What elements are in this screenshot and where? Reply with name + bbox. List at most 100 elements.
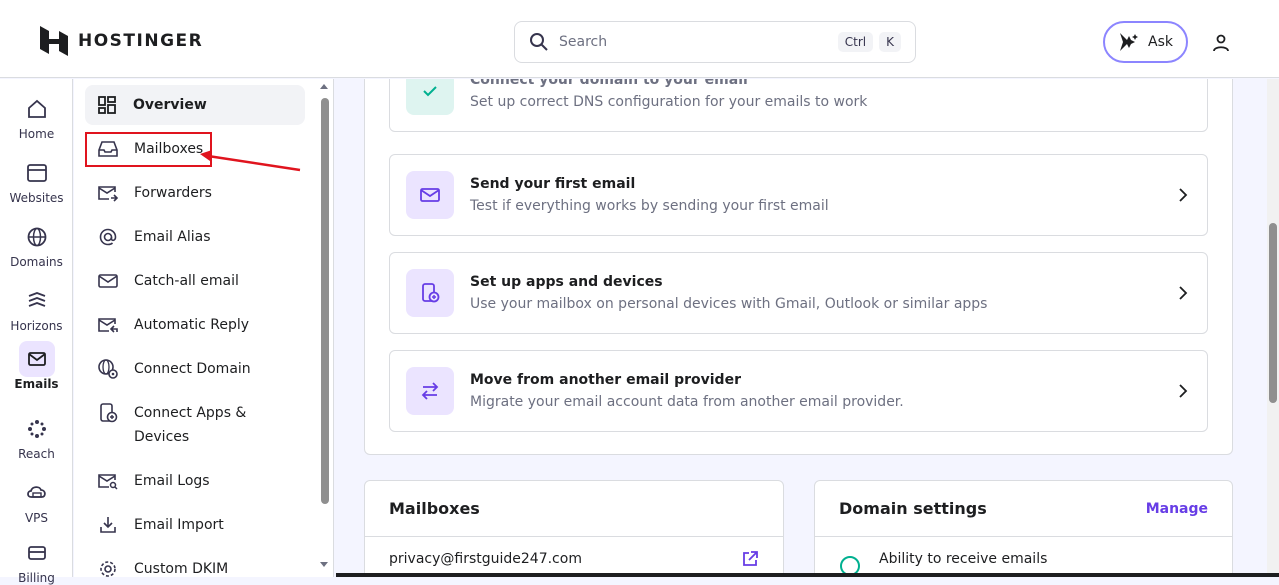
nav-catch-all-label: Catch-all email — [134, 273, 239, 289]
shortcut-k: K — [879, 32, 901, 52]
rail-label-websites: Websites — [9, 191, 64, 205]
rail-item-billing[interactable]: Billing — [0, 535, 73, 585]
nav-email-alias[interactable]: Email Alias — [86, 225, 306, 249]
annotation-arrow-icon — [200, 150, 301, 172]
step-send-first-email[interactable]: Send your first email Test if everything… — [389, 154, 1208, 236]
rail-item-domains[interactable]: Domains — [0, 219, 73, 269]
main-content: Connect your domain to your email Set up… — [335, 79, 1267, 577]
nav-connect-apps-label: Connect Apps & Devices — [134, 405, 247, 445]
domain-setting-item: Ability to receive emails — [879, 551, 1048, 567]
mail-outline-icon — [96, 269, 120, 293]
top-bar: HOSTINGER Search Ctrl K Ask — [0, 0, 1279, 78]
auto-reply-icon — [96, 313, 120, 337]
step-set-up-apps[interactable]: Set up apps and devices Use your mailbox… — [389, 252, 1208, 334]
nav-automatic-reply[interactable]: Automatic Reply — [86, 313, 306, 337]
mail-search-icon — [96, 469, 120, 493]
scroll-up-icon[interactable] — [319, 83, 329, 91]
logo-text: HOSTINGER — [78, 31, 204, 51]
step-desc: Test if everything works by sending your… — [470, 198, 829, 214]
mailboxes-card: Mailboxes privacy@firstguide247.com — [364, 480, 784, 577]
mail-icon — [18, 341, 55, 377]
rail-item-vps[interactable]: VPS — [0, 475, 73, 525]
ask-button[interactable]: Ask — [1103, 21, 1188, 63]
swap-arrows-icon — [406, 367, 454, 415]
step-desc: Use your mailbox on personal devices wit… — [470, 296, 988, 312]
rail-label-horizons: Horizons — [10, 319, 63, 333]
ai-sparkle-icon — [1120, 33, 1138, 51]
nav-connect-domain-label: Connect Domain — [134, 361, 251, 377]
download-icon — [96, 513, 120, 537]
chevron-right-icon — [1179, 188, 1188, 202]
rail-item-horizons[interactable]: Horizons — [0, 283, 73, 333]
nav-email-import[interactable]: Email Import — [86, 513, 306, 537]
getting-started-card: Connect your domain to your email Set up… — [364, 79, 1233, 455]
step-connect-domain[interactable]: Connect your domain to your email Set up… — [389, 79, 1208, 132]
nav-email-alias-label: Email Alias — [134, 229, 211, 245]
step-title: Send your first email — [470, 176, 636, 192]
dashboard-icon — [95, 93, 119, 117]
horizons-icon — [19, 283, 55, 319]
nav-forwarders-label: Forwarders — [134, 185, 212, 201]
step-title: Connect your domain to your email — [470, 79, 748, 88]
main-nav-rail: Home Websites Domains Horizons Emails Re… — [0, 79, 73, 585]
step-desc: Set up correct DNS configuration for you… — [470, 94, 868, 110]
rail-label-reach: Reach — [18, 447, 55, 461]
page-scrollbar[interactable] — [1269, 223, 1277, 403]
at-icon — [96, 225, 120, 249]
search-icon — [530, 33, 548, 51]
rail-item-websites[interactable]: Websites — [0, 155, 73, 205]
hostinger-logo[interactable]: HOSTINGER — [40, 26, 203, 56]
nav-catch-all[interactable]: Catch-all email — [86, 269, 306, 293]
envelope-icon — [406, 171, 454, 219]
annotation-highlight-box — [85, 132, 212, 167]
check-icon — [406, 79, 454, 115]
subnav-scrollbar[interactable] — [321, 98, 329, 504]
domain-settings-card: Domain settings Manage Ability to receiv… — [814, 480, 1233, 577]
cloud-server-icon — [19, 475, 55, 511]
nav-custom-dkim[interactable]: Custom DKIM — [86, 557, 306, 581]
manage-link[interactable]: Manage — [1146, 501, 1208, 517]
step-desc: Migrate your email account data from ano… — [470, 394, 904, 410]
user-icon — [1213, 34, 1229, 52]
hostinger-logo-icon — [40, 26, 68, 56]
search-placeholder: Search — [559, 34, 608, 50]
rail-label-vps: VPS — [24, 511, 49, 525]
rail-label-home: Home — [18, 127, 55, 141]
gear-icon — [96, 557, 120, 581]
nav-forwarders[interactable]: Forwarders — [86, 181, 306, 205]
nav-email-logs-label: Email Logs — [134, 473, 210, 489]
ask-label: Ask — [1148, 34, 1173, 50]
reach-icon — [19, 411, 55, 447]
mailboxes-card-title: Mailboxes — [389, 499, 480, 518]
nav-connect-apps[interactable]: Connect Apps & Devices — [86, 401, 286, 449]
home-icon — [19, 91, 55, 127]
step-title: Set up apps and devices — [470, 274, 663, 290]
nav-connect-domain[interactable]: Connect Domain — [86, 357, 306, 381]
domain-settings-title: Domain settings — [839, 499, 987, 518]
search-input[interactable]: Search Ctrl K — [514, 21, 916, 63]
chevron-right-icon — [1179, 384, 1188, 398]
step-title: Move from another email provider — [470, 372, 741, 388]
step-migrate-provider[interactable]: Move from another email provider Migrate… — [389, 350, 1208, 432]
external-link-icon[interactable] — [741, 550, 759, 568]
globe-icon — [19, 219, 55, 255]
forward-mail-icon — [96, 181, 120, 205]
rail-item-home[interactable]: Home — [0, 91, 73, 141]
account-button[interactable] — [1208, 30, 1234, 56]
nav-overview-label: Overview — [133, 97, 207, 113]
bottom-edge — [336, 573, 1279, 577]
mailbox-email[interactable]: privacy@firstguide247.com — [389, 551, 582, 567]
nav-overview[interactable]: Overview — [85, 85, 305, 125]
nav-email-logs[interactable]: Email Logs — [86, 469, 306, 493]
device-add-icon — [406, 269, 454, 317]
shortcut-ctrl: Ctrl — [837, 32, 874, 52]
globe-settings-icon — [96, 357, 120, 381]
rail-label-billing: Billing — [18, 571, 55, 585]
card-icon — [19, 535, 55, 571]
nav-custom-dkim-label: Custom DKIM — [134, 561, 229, 577]
scroll-down-icon[interactable] — [319, 561, 329, 569]
nav-automatic-reply-label: Automatic Reply — [134, 317, 250, 333]
nav-email-import-label: Email Import — [134, 517, 224, 533]
rail-item-reach[interactable]: Reach — [0, 411, 73, 461]
rail-item-emails[interactable]: Emails — [0, 341, 73, 391]
